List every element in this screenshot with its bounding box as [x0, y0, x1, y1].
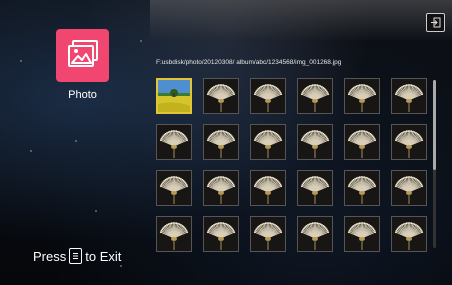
photo-thumbnail[interactable] — [297, 124, 333, 160]
photo-thumbnail[interactable] — [250, 170, 286, 206]
photo-thumbnail[interactable] — [344, 170, 380, 206]
photo-thumbnail[interactable] — [156, 170, 192, 206]
exit-button[interactable] — [426, 13, 445, 32]
background-star — [140, 40, 142, 42]
photo-thumbnail[interactable] — [156, 78, 192, 114]
background-star — [20, 60, 22, 62]
photo-icon — [67, 39, 98, 67]
photo-thumbnail[interactable] — [250, 124, 286, 160]
photo-thumbnail[interactable] — [344, 78, 380, 114]
background-star — [120, 265, 122, 267]
background-star — [30, 150, 32, 152]
scrollbar[interactable] — [433, 80, 436, 248]
photo-category-label: Photo — [68, 89, 97, 101]
photo-thumbnail[interactable] — [391, 170, 427, 206]
menu-key-icon — [69, 248, 83, 264]
photo-thumbnail[interactable] — [203, 78, 239, 114]
photo-thumbnail[interactable] — [250, 216, 286, 252]
background-star — [95, 210, 97, 212]
photo-thumbnail[interactable] — [391, 78, 427, 114]
exit-icon — [431, 17, 441, 28]
photo-thumbnail[interactable] — [203, 216, 239, 252]
photo-thumbnail[interactable] — [297, 170, 333, 206]
photo-thumbnail[interactable] — [156, 124, 192, 160]
photo-thumbnail[interactable] — [203, 124, 239, 160]
exit-hint-to-exit: to Exit — [85, 248, 122, 264]
file-path: F:usbdisk/photo/20120308/ album/abc/1234… — [156, 59, 342, 66]
photo-thumbnail[interactable] — [391, 124, 427, 160]
photo-category-tile[interactable] — [56, 29, 109, 82]
photo-thumbnail[interactable] — [250, 78, 286, 114]
scrollbar-thumb[interactable] — [433, 80, 436, 170]
exit-hint: Press to Exit — [33, 248, 121, 264]
photo-browser-screen: Photo F:usbdisk/photo/20120308/ album/ab… — [0, 0, 452, 285]
top-bar — [150, 0, 452, 40]
photo-thumbnail[interactable] — [297, 216, 333, 252]
exit-hint-press: Press — [33, 248, 67, 264]
photo-thumbnail[interactable] — [156, 216, 192, 252]
background-star — [75, 140, 77, 142]
photo-thumbnail[interactable] — [344, 216, 380, 252]
thumbnail-grid — [156, 78, 427, 252]
photo-thumbnail[interactable] — [297, 78, 333, 114]
photo-thumbnail[interactable] — [391, 216, 427, 252]
photo-thumbnail[interactable] — [344, 124, 380, 160]
photo-thumbnail[interactable] — [203, 170, 239, 206]
